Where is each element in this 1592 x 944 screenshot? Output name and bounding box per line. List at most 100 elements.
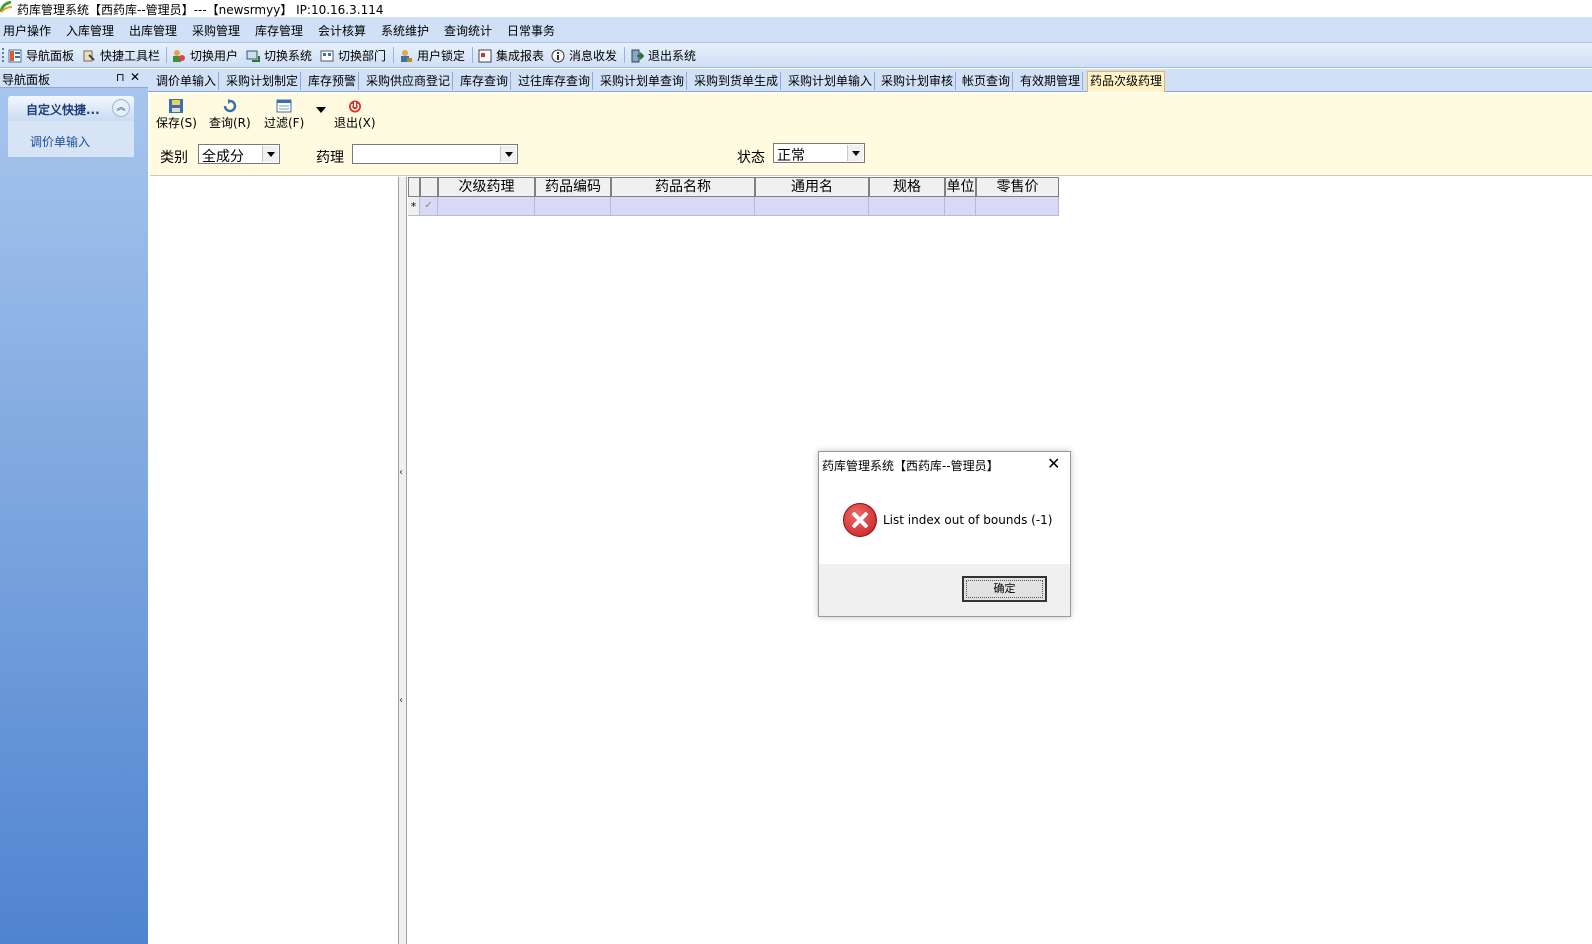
document-tabs: 调价单输入 采购计划制定 库存预警 采购供应商登记 库存查询 过往库存查询 采购…	[148, 69, 1592, 92]
navigation-panel-header: 导航面板 ⊓ ✕	[0, 69, 148, 88]
pane-splitter[interactable]: ‹ ‹	[399, 177, 407, 944]
grid-cell[interactable]	[976, 197, 1059, 216]
filter-icon	[276, 99, 292, 113]
grid-cell[interactable]	[945, 197, 976, 216]
grid-check-header[interactable]	[420, 177, 438, 197]
grid-cell[interactable]	[755, 197, 869, 216]
menu-user-ops[interactable]: 用户操作	[3, 22, 51, 39]
switch-system-icon	[246, 50, 260, 62]
tab-stock-warning[interactable]: 库存预警	[306, 72, 360, 90]
refresh-icon	[223, 99, 237, 113]
category-label: 类别	[160, 150, 188, 166]
chevron-up-icon[interactable]: ︽	[112, 99, 130, 117]
tab-ledger-query[interactable]: 帐页查询	[960, 72, 1014, 90]
menu-inbound[interactable]: 入库管理	[66, 22, 114, 39]
toolbar-shortcut[interactable]: 快捷工具栏	[82, 47, 160, 63]
tab-stock-query[interactable]: 库存查询	[458, 72, 512, 90]
column-header-generic-name[interactable]: 通用名	[755, 177, 869, 197]
chevron-down-icon[interactable]	[262, 146, 278, 162]
dialog-titlebar: 药库管理系统【西药库--管理员】 ✕	[819, 452, 1070, 478]
power-icon	[348, 100, 361, 113]
pin-icon[interactable]: ⊓	[116, 71, 125, 84]
shortcut-toolbar-icon	[83, 50, 95, 62]
menu-accounting[interactable]: 会计核算	[318, 22, 366, 39]
menu-query[interactable]: 查询统计	[444, 22, 492, 39]
dialog-body: List index out of bounds (-1)	[819, 478, 1070, 564]
menu-bar: 用户操作 入库管理 出库管理 采购管理 库存管理 会计核算 系统维护 查询统计 …	[0, 17, 1592, 43]
error-icon	[843, 503, 877, 537]
save-icon	[169, 99, 184, 113]
nav-item-price-adjustment[interactable]: 调价单输入	[30, 133, 90, 150]
menu-purchase[interactable]: 采购管理	[192, 22, 240, 39]
close-icon[interactable]: ✕	[130, 70, 140, 84]
row-checkbox[interactable]: ✓	[420, 197, 438, 216]
close-icon[interactable]: ✕	[1047, 454, 1060, 473]
menu-daily[interactable]: 日常事务	[507, 22, 555, 39]
grid-cell[interactable]	[869, 197, 945, 216]
chevron-left-icon[interactable]: ‹	[399, 467, 403, 478]
window-titlebar: 药库管理系统【西药库--管理员】---【newsrmyy】 IP:10.16.3…	[0, 0, 1592, 17]
tab-secondary-pharmacology[interactable]: 药品次级药理	[1087, 71, 1166, 92]
grid-cell[interactable]	[535, 197, 611, 216]
column-header-secondary-pharmacology[interactable]: 次级药理	[438, 177, 535, 197]
query-button[interactable]: 查询(R)	[209, 99, 251, 131]
exit-button[interactable]: 退出(X)	[334, 99, 376, 131]
tab-past-stock-query[interactable]: 过往库存查询	[516, 72, 594, 90]
pharmacology-select[interactable]	[352, 144, 518, 164]
tab-arrival-generate[interactable]: 采购到货单生成	[692, 72, 782, 90]
toolbar-switch-system[interactable]: 切换系统	[246, 47, 312, 63]
column-header-retail-price[interactable]: 零售价	[976, 177, 1059, 197]
tab-price-adjustment[interactable]: 调价单输入	[154, 72, 220, 90]
chevron-left-icon[interactable]: ‹	[399, 695, 403, 706]
toolbar-report[interactable]: 集成报表	[478, 47, 544, 63]
column-header-drug-name[interactable]: 药品名称	[611, 177, 755, 197]
chevron-down-icon[interactable]	[847, 145, 863, 161]
new-row-marker: *	[408, 197, 420, 216]
toolbar-grip[interactable]	[2, 48, 4, 62]
save-button[interactable]: 保存(S)	[156, 99, 197, 131]
toolbar-messages[interactable]: 消息收发	[551, 47, 617, 63]
tab-plan-input[interactable]: 采购计划单输入	[786, 72, 876, 90]
menu-inventory[interactable]: 库存管理	[255, 22, 303, 39]
tab-plan-review[interactable]: 采购计划审核	[879, 72, 957, 90]
menu-outbound[interactable]: 出库管理	[129, 22, 177, 39]
nav-group-custom-shortcuts[interactable]: 自定义快捷... ︽	[8, 96, 134, 121]
menu-system[interactable]: 系统维护	[381, 22, 429, 39]
toolbar-switch-department[interactable]: 切换部门	[320, 47, 386, 63]
status-label: 状态	[737, 150, 765, 166]
category-select[interactable]: 全成分	[198, 144, 280, 165]
main-toolbar: 导航面板 快捷工具栏 切换用户 切换系统 切换部门 用户锁定 集成报表 消息收发…	[0, 43, 1592, 68]
toolbar-separator	[624, 47, 625, 63]
column-header-unit[interactable]: 单位	[945, 177, 976, 197]
status-select[interactable]: 正常	[773, 143, 865, 164]
tab-plan-query[interactable]: 采购计划单查询	[598, 72, 688, 90]
column-header-spec[interactable]: 规格	[869, 177, 945, 197]
ok-button[interactable]: 确定	[962, 576, 1047, 602]
tab-purchase-plan[interactable]: 采购计划制定	[224, 72, 302, 90]
column-header-drug-code[interactable]: 药品编码	[535, 177, 611, 197]
grid-cell[interactable]	[611, 197, 755, 216]
tab-expiry-management[interactable]: 有效期管理	[1018, 72, 1084, 90]
tab-supplier-register[interactable]: 采购供应商登记	[364, 72, 454, 90]
filter-dropdown-arrow[interactable]	[316, 107, 326, 113]
nav-group-body: 调价单输入	[8, 121, 134, 157]
navigation-panel: 导航面板 ⊓ ✕ 自定义快捷... ︽ 调价单输入	[0, 69, 148, 944]
toolbar-user-lock[interactable]: 用户锁定	[399, 47, 465, 63]
toolbar-switch-user[interactable]: 切换用户	[172, 47, 238, 63]
exit-icon	[631, 49, 644, 63]
content-toolbar: 保存(S) 查询(R) 过滤(F) 退出(X) 类别 全成分 药理 状态 正常	[150, 93, 1592, 176]
navigation-panel-icon	[8, 49, 22, 63]
toolbar-separator	[393, 47, 394, 63]
nav-group-label: 自定义快捷...	[26, 103, 100, 117]
navigation-panel-title: 导航面板	[2, 73, 51, 87]
toolbar-navigation-panel[interactable]: 导航面板	[8, 47, 74, 63]
filter-button[interactable]: 过滤(F)	[264, 99, 304, 131]
pharmacology-tree-pane[interactable]	[150, 177, 399, 944]
pharmacology-label: 药理	[316, 150, 344, 166]
chevron-down-icon[interactable]	[500, 146, 516, 162]
toolbar-exit[interactable]: 退出系统	[630, 47, 696, 63]
user-lock-icon	[401, 50, 412, 62]
window-title: 药库管理系统【西药库--管理员】---【newsrmyy】 IP:10.16.3…	[17, 3, 384, 17]
dialog-title: 药库管理系统【西药库--管理员】	[822, 459, 999, 473]
grid-cell[interactable]	[438, 197, 535, 216]
